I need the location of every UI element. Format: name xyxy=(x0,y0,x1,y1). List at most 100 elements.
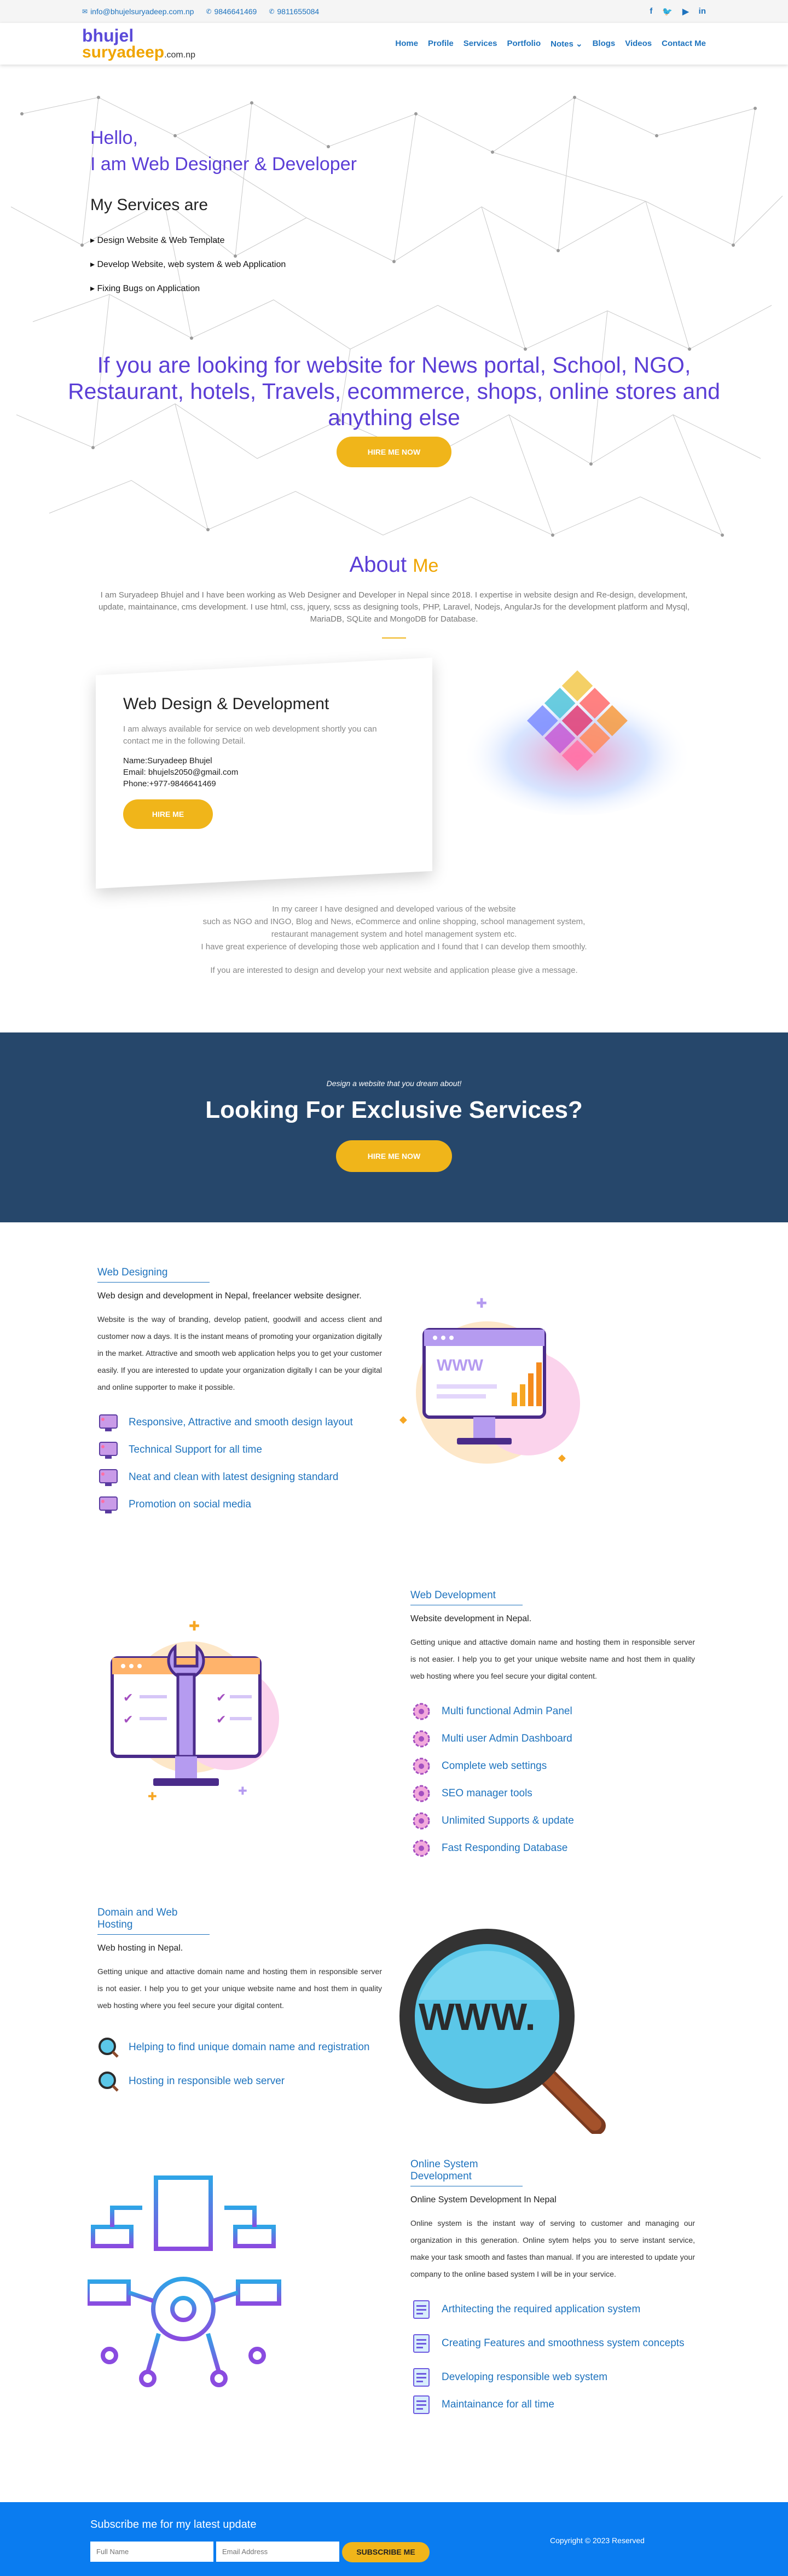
feature-text: Promotion on social media xyxy=(129,1499,251,1510)
hero-headline: If you are looking for website for News … xyxy=(68,352,720,430)
logo-line1: bhujel xyxy=(82,26,134,45)
envelope-icon: ✉ xyxy=(82,8,88,15)
hero-intro: I am Web Designer & Developer xyxy=(90,154,357,175)
page: ✉ info@bhujelsuryadeep.com.np ✆ 9846641469… xyxy=(0,0,788,2576)
document-icon xyxy=(413,2300,430,2319)
feature-text: Hosting in responsible web server xyxy=(129,2075,285,2087)
svg-text:✚: ✚ xyxy=(476,1297,487,1311)
magnifier-www-icon xyxy=(99,2072,119,2092)
subscribe-button[interactable]: SUBSCRIBE ME xyxy=(342,2542,430,2562)
nav-videos[interactable]: Videos xyxy=(625,39,652,49)
list-item: Neat and clean with latest designing sta… xyxy=(97,1464,382,1491)
top-contact-bar: ✉ info@bhujelsuryadeep.com.np ✆ 9846641469… xyxy=(0,0,788,23)
feature-text: Unlimited Supports & update xyxy=(442,1815,574,1826)
service-web-designing: Web Designing Web design and development… xyxy=(97,1267,382,1518)
service-subtitle: Web hosting in Nepal. xyxy=(97,1943,183,1953)
svg-text:✔: ✔ xyxy=(123,1713,133,1726)
about-title-accent: Me xyxy=(413,555,439,576)
nav-notes[interactable]: Notes ⌄ xyxy=(551,39,582,49)
nav-portfolio[interactable]: Portfolio xyxy=(507,39,541,49)
banner-tagline: Design a website that you dream about! xyxy=(326,1079,462,1088)
feature-list: Responsive, Attractive and smooth design… xyxy=(97,1409,382,1518)
service-title: Web Designing xyxy=(97,1267,210,1283)
about-paragraph: I am Suryadeep Bhujel and I have been wo… xyxy=(99,590,690,624)
wrench-monitor-illustration: ✔ ✔ ✔ ✔ ✚ ✚ ✚ xyxy=(111,1619,279,1803)
list-item: Creating Features and smoothness system … xyxy=(410,2323,695,2364)
story-line: I have great experience of developing th… xyxy=(201,942,587,952)
site-logo[interactable]: bhujel suryadeep.com.np xyxy=(82,27,195,61)
service-item-text: Fixing Bugs on Application xyxy=(97,284,200,293)
nav-profile[interactable]: Profile xyxy=(428,39,454,49)
feature-text: Technical Support for all time xyxy=(129,1444,262,1455)
feature-text: SEO manager tools xyxy=(442,1788,532,1799)
main-navbar: bhujel suryadeep.com.np Home Profile Ser… xyxy=(0,23,788,65)
svg-text:✔: ✔ xyxy=(216,1691,226,1704)
full-name-input[interactable] xyxy=(90,2542,213,2562)
subscribe-title: Subscribe me for my latest update xyxy=(90,2519,257,2531)
phone1-link[interactable]: ✆ 9846641469 xyxy=(206,7,257,16)
about-title: About Me xyxy=(0,553,788,577)
story-line: such as NGO and INGO, Blog and News, eCo… xyxy=(202,917,586,926)
magnifier-www-illustration: WWW. xyxy=(399,1929,606,2134)
nav-blogs[interactable]: Blogs xyxy=(593,39,616,49)
svg-text:WWW.: WWW. xyxy=(419,1995,536,2038)
service-title: Web Development xyxy=(410,1589,523,1605)
hero-services-title: My Services are xyxy=(90,196,208,214)
phone2-link[interactable]: ✆ 9811655084 xyxy=(269,7,319,16)
svg-text:◆: ◆ xyxy=(558,1452,566,1463)
nav-services[interactable]: Services xyxy=(463,39,497,49)
list-item: Complete web settings xyxy=(410,1753,695,1780)
linkedin-icon[interactable]: in xyxy=(699,7,706,16)
banner-hire-button[interactable]: HIRE ME NOW xyxy=(336,1140,452,1172)
feature-list: Helping to find unique domain name and r… xyxy=(97,2027,382,2095)
email-text: info@bhujelsuryadeep.com.np xyxy=(90,7,194,16)
phone1-text: 9846641469 xyxy=(214,7,257,16)
youtube-icon[interactable]: ▶ xyxy=(682,7,689,16)
list-item: Helping to find unique domain name and r… xyxy=(97,2027,382,2068)
story-line: restaurant management system and hotel m… xyxy=(271,930,517,939)
hero-greeting: Hello, I am Web Designer & Developer xyxy=(90,125,357,177)
service-web-development: Web Development Website development in N… xyxy=(410,1589,695,1862)
svg-text:◆: ◆ xyxy=(399,1414,407,1425)
facebook-icon[interactable]: f xyxy=(650,7,652,16)
web-design-monitor-illustration: WWW ✚ ◆ ◆ xyxy=(399,1297,580,1464)
feature-text: Complete web settings xyxy=(442,1760,547,1772)
service-description: Website is the way of branding, develop … xyxy=(97,1315,382,1391)
feature-icon xyxy=(99,1442,118,1459)
email-input[interactable] xyxy=(216,2542,339,2562)
feature-text: Helping to find unique domain name and r… xyxy=(129,2041,370,2053)
twitter-icon[interactable]: 🐦 xyxy=(662,7,673,16)
hero-services-list: ▸ Design Website & Web Template ▸ Develo… xyxy=(90,229,286,301)
career-story: In my career I have designed and develop… xyxy=(0,903,788,977)
list-item: Arthitecting the required application sy… xyxy=(410,2296,695,2323)
card-title: Web Design & Development xyxy=(123,695,329,713)
logo-suffix: .com.np xyxy=(164,50,195,60)
document-icon xyxy=(413,2368,430,2387)
svg-text:WWW: WWW xyxy=(437,1356,484,1374)
nav-notes-label: Notes xyxy=(551,39,573,49)
list-item: Promotion on social media xyxy=(97,1491,382,1518)
email-link[interactable]: ✉ info@bhujelsuryadeep.com.np xyxy=(82,7,194,16)
hire-me-now-button[interactable]: HIRE ME NOW xyxy=(337,437,451,467)
service-title: Online System Development xyxy=(410,2159,523,2186)
list-item: Maintainance for all time xyxy=(410,2391,695,2418)
nav-contact[interactable]: Contact Me xyxy=(662,39,706,49)
feature-text: Multi user Admin Dashboard xyxy=(442,1733,572,1744)
service-subtitle: Website development in Nepal. xyxy=(410,1614,532,1623)
feature-text: Maintainance for all time xyxy=(442,2399,554,2410)
hire-me-button[interactable]: HIRE ME xyxy=(123,799,213,829)
phone-icon: ✆ xyxy=(206,8,212,15)
gear-icon xyxy=(413,1785,430,1802)
story-line: In my career I have designed and develop… xyxy=(272,904,516,914)
about-title-main: About xyxy=(349,553,407,577)
service-description: Getting unique and attactive domain name… xyxy=(410,1638,695,1680)
list-item: Hosting in responsible web server xyxy=(97,2068,382,2095)
service-title: Domain and Web Hosting xyxy=(97,1907,210,1935)
service-domain-hosting: Domain and Web Hosting Web hosting in Ne… xyxy=(97,1907,382,2095)
hero-section: Hello, I am Web Designer & Developer My … xyxy=(0,65,788,546)
feature-text: Multi functional Admin Panel xyxy=(442,1705,572,1717)
list-item: Fast Responding Database xyxy=(410,1835,695,1862)
service-description: Online system is the instant way of serv… xyxy=(410,2219,695,2278)
nav-home[interactable]: Home xyxy=(395,39,418,49)
card-phone: Phone:+977-9846641469 xyxy=(123,779,216,788)
